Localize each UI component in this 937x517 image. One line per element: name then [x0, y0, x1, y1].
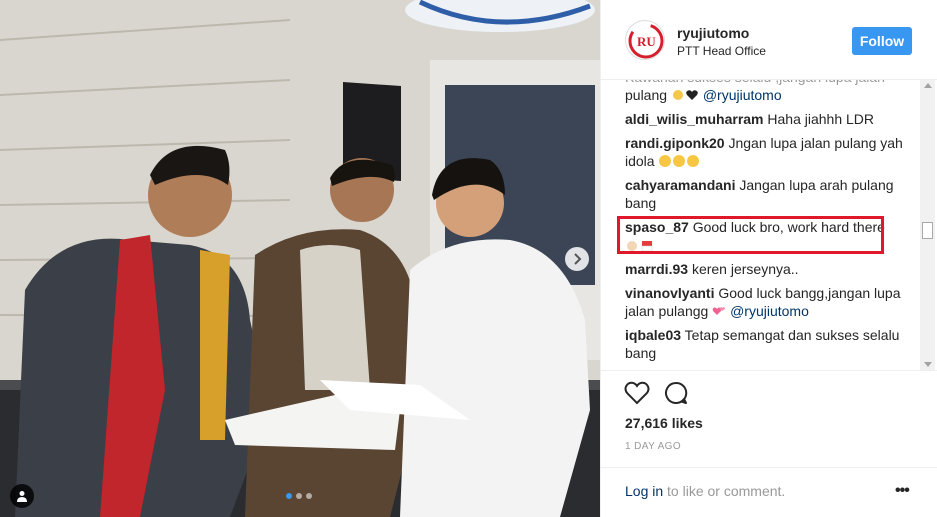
avatar[interactable]: RU	[625, 20, 665, 60]
comments-scrollbar[interactable]	[920, 80, 935, 370]
post-footer: Log in to like or comment. •••	[601, 467, 937, 517]
next-photo-button[interactable]	[565, 247, 589, 271]
chevron-right-icon	[574, 253, 582, 265]
list-item: spaso_87 Good luck bro, work hard there	[625, 218, 915, 256]
list-item: randi.giponk20 Jngan lupa jalan pulang y…	[625, 134, 915, 172]
carousel-dots	[286, 493, 312, 499]
photo-scene	[0, 0, 600, 517]
login-prompt: Log in to like or comment.	[625, 483, 785, 499]
list-item: Kawanan sukses selalu ,jangan lupa jalan…	[625, 80, 915, 106]
post-username[interactable]: ryujiutomo	[677, 25, 749, 41]
list-item: cahyaramandani Jangan lupa arah pulang b…	[625, 176, 915, 212]
laughing-emoji-icon	[658, 154, 700, 172]
comment-text: Good luck bro, work hard there	[692, 219, 885, 235]
carousel-dot-active	[286, 493, 292, 499]
comment-text: Haha jiahhh LDR	[767, 111, 875, 127]
black-heart-icon	[685, 88, 699, 106]
post-actions	[601, 370, 937, 420]
comment-username[interactable]: marrdi.93	[625, 261, 688, 277]
comment-username[interactable]: iqbale03	[625, 327, 681, 343]
tagged-people-button[interactable]	[10, 484, 34, 508]
post-sidebar: RU ryujiutomo PTT Head Office Follow Kaw…	[600, 0, 937, 517]
comments-list: Kawanan sukses selalu ,jangan lupa jalan…	[601, 80, 937, 370]
post-header: RU ryujiutomo PTT Head Office Follow	[601, 0, 937, 80]
login-prompt-text: to like or comment.	[667, 483, 786, 499]
profile-logo-icon: RU	[628, 23, 664, 59]
two-hearts-icon	[712, 304, 726, 322]
comment-bubble-icon[interactable]	[664, 381, 688, 405]
more-options-button[interactable]: •••	[895, 482, 910, 500]
list-item: marrdi.93 keren jerseynya..	[625, 260, 915, 278]
likes-count[interactable]: 27,616 likes	[625, 415, 703, 431]
post-location[interactable]: PTT Head Office	[677, 44, 766, 58]
person-tag-icon	[17, 491, 27, 502]
scroll-down-arrow-icon[interactable]	[924, 362, 932, 367]
scroll-thumb[interactable]	[922, 222, 933, 239]
login-link[interactable]: Log in	[625, 483, 663, 499]
sun-emoji-icon	[671, 88, 685, 106]
comment-mention[interactable]: @ryujiutomo	[730, 303, 809, 319]
comment-username[interactable]: cahyaramandani	[625, 177, 736, 193]
comment-text: keren jerseynya..	[691, 261, 799, 277]
carousel-dot	[306, 493, 312, 499]
svg-text:RU: RU	[637, 34, 656, 49]
post-photo[interactable]	[0, 0, 600, 517]
list-item: iqbale03 Tetap semangat dan sukses selal…	[625, 326, 915, 362]
comment-text: pulang	[625, 87, 668, 103]
comment-mention[interactable]: @ryujiutomo	[703, 87, 782, 103]
follow-button[interactable]: Follow	[852, 27, 912, 55]
post-time: 1 DAY AGO	[625, 441, 682, 452]
comment-username[interactable]: spaso_87	[625, 219, 689, 235]
list-item: vinanovlyanti Good luck bangg,jangan lup…	[625, 284, 915, 322]
heart-outline-icon[interactable]	[624, 381, 650, 405]
scroll-up-arrow-icon[interactable]	[924, 83, 932, 88]
comment-cut-text: Kawanan sukses selalu ,jangan lupa jalan	[625, 80, 885, 85]
comment-username[interactable]: aldi_wilis_muharram	[625, 111, 764, 127]
list-item: aldi_wilis_muharram Haha jiahhh LDR	[625, 110, 915, 128]
carousel-dot	[296, 493, 302, 499]
comment-username[interactable]: randi.giponk20	[625, 135, 725, 151]
comment-username[interactable]: vinanovlyanti	[625, 285, 714, 301]
hands-flag-emoji-icon	[625, 238, 655, 256]
